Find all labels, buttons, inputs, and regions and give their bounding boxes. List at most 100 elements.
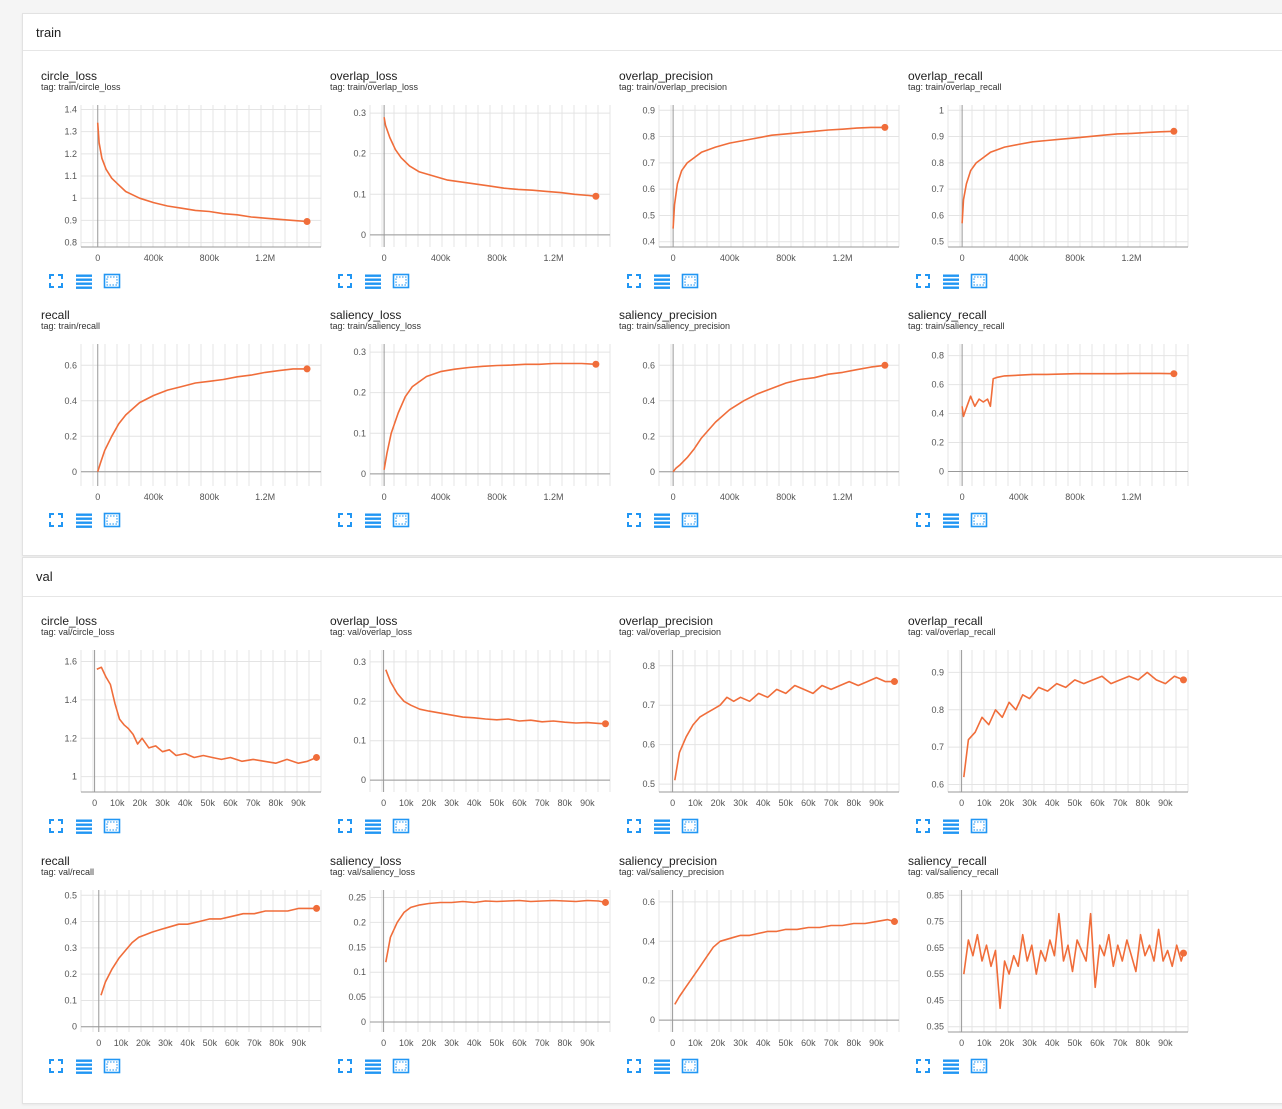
data-table-icon[interactable]: [75, 272, 93, 290]
fullscreen-icon[interactable]: [914, 817, 932, 835]
line-chart[interactable]: 0 0.2 0.4 0.6 0.8 0 400k 800k 1.2M: [908, 336, 1198, 508]
y-tick-label: 0.6: [642, 897, 655, 907]
y-tick-label: 0.5: [64, 890, 77, 900]
chart-card-val-saliency_loss: saliency_loss tag: val/saliency_loss 0 0.05…: [330, 854, 620, 1084]
data-table-icon[interactable]: [942, 1057, 960, 1075]
x-tick-label: 70k: [247, 1038, 262, 1048]
x-tick-label: 70k: [535, 798, 550, 808]
x-tick-label: 800k: [200, 253, 220, 263]
chart-title: saliency_recall: [908, 308, 987, 322]
fullscreen-icon[interactable]: [914, 511, 932, 529]
val-group-header[interactable]: val: [23, 558, 1282, 597]
x-tick-label: 20k: [136, 1038, 151, 1048]
chart-tag: tag: val/overlap_precision: [619, 627, 722, 637]
data-table-icon[interactable]: [75, 817, 93, 835]
line-chart[interactable]: 0.6 0.7 0.8 0.9 0 10k 20k 30k 40k 50k 60k 70k 80k 90k: [908, 642, 1198, 814]
y-tick-label: 0.1: [353, 967, 366, 977]
data-table-icon[interactable]: [653, 511, 671, 529]
x-tick-label: 70k: [1113, 798, 1128, 808]
y-tick-label: 1.4: [64, 104, 77, 114]
line-chart[interactable]: 0 0.2 0.4 0.6 0 10k 20k 30k 40k 50k 60k 70k 80k 90k: [619, 882, 909, 1054]
fit-domain-icon[interactable]: [970, 272, 988, 290]
x-tick-label: 90k: [580, 798, 595, 808]
chart-tag: tag: val/overlap_recall: [908, 627, 996, 637]
series-line: [96, 666, 317, 764]
grid: [80, 105, 322, 247]
x-tick-label: 50k: [201, 798, 216, 808]
fullscreen-icon[interactable]: [336, 511, 354, 529]
fit-domain-icon[interactable]: [103, 1057, 121, 1075]
data-table-icon[interactable]: [75, 1057, 93, 1075]
fullscreen-icon[interactable]: [336, 1057, 354, 1075]
fit-domain-icon[interactable]: [970, 1057, 988, 1075]
data-table-icon[interactable]: [364, 1057, 382, 1075]
fullscreen-icon[interactable]: [625, 272, 643, 290]
y-tick-label: 1.2: [64, 149, 77, 159]
y-tick-label: 0.05: [348, 992, 366, 1002]
data-table-icon[interactable]: [653, 272, 671, 290]
fullscreen-icon[interactable]: [47, 1057, 65, 1075]
fullscreen-icon[interactable]: [914, 1057, 932, 1075]
fit-domain-icon[interactable]: [970, 511, 988, 529]
fullscreen-icon[interactable]: [47, 272, 65, 290]
chart-tag: tag: val/recall: [41, 867, 95, 877]
fit-domain-icon[interactable]: [392, 1057, 410, 1075]
data-table-icon[interactable]: [942, 511, 960, 529]
line-chart[interactable]: 0.5 0.6 0.7 0.8 0 10k 20k 30k 40k 50k 60k 70k 80k 90k: [619, 642, 909, 814]
line-chart[interactable]: 0 0.1 0.2 0.3 0 400k 800k 1.2M: [330, 97, 620, 269]
y-tick-label: 0.3: [353, 347, 366, 357]
y-tick-label: 1: [72, 193, 77, 203]
line-chart[interactable]: 0 0.2 0.4 0.6 0 400k 800k 1.2M: [41, 336, 331, 508]
series-line: [674, 918, 895, 1005]
line-chart[interactable]: 0 0.2 0.4 0.6 0 400k 800k 1.2M: [619, 336, 909, 508]
fit-domain-icon[interactable]: [103, 817, 121, 835]
line-chart[interactable]: 1 1.2 1.4 1.6 0 10k 20k 30k 40k 50k 60k 70k 80k 90k: [41, 642, 331, 814]
fit-domain-icon[interactable]: [681, 511, 699, 529]
line-chart[interactable]: 0 0.1 0.2 0.3 0 400k 800k 1.2M: [330, 336, 620, 508]
data-table-icon[interactable]: [75, 511, 93, 529]
fit-domain-icon[interactable]: [392, 817, 410, 835]
line-chart[interactable]: 0.5 0.6 0.7 0.8 0.9 1 0 400k 800k 1.2M: [908, 97, 1198, 269]
y-tick-label: 1.4: [64, 695, 77, 705]
fit-domain-icon[interactable]: [681, 817, 699, 835]
fit-domain-icon[interactable]: [970, 817, 988, 835]
x-tick-label: 70k: [824, 798, 839, 808]
data-table-icon[interactable]: [364, 511, 382, 529]
line-chart[interactable]: 0 0.05 0.1 0.15 0.2 0.25 0 10k 20k 30k 40k 50k 60k 70…: [330, 882, 620, 1054]
y-tick-label: 0: [72, 1022, 77, 1032]
fullscreen-icon[interactable]: [47, 511, 65, 529]
line-chart[interactable]: 0.8 0.9 1 1.1 1.2 1.3 1.4 0 400k 800k 1.2M: [41, 97, 331, 269]
x-tick-label: 0: [960, 253, 965, 263]
data-table-icon[interactable]: [364, 817, 382, 835]
line-chart[interactable]: 0.35 0.45 0.55 0.65 0.75 0.85 0 10k 20k 30k 40k 50k…: [908, 882, 1198, 1054]
line-chart[interactable]: 0 0.1 0.2 0.3 0 10k 20k 30k 40k 50k 60k 70k 80k 90k: [330, 642, 620, 814]
fit-domain-icon[interactable]: [681, 272, 699, 290]
data-table-icon[interactable]: [942, 272, 960, 290]
train-group-header[interactable]: train: [23, 14, 1282, 51]
fullscreen-icon[interactable]: [625, 1057, 643, 1075]
data-table-icon[interactable]: [653, 817, 671, 835]
fit-domain-icon[interactable]: [681, 1057, 699, 1075]
chart-title: overlap_loss: [330, 614, 398, 628]
x-tick-label: 800k: [776, 253, 796, 263]
fit-domain-icon[interactable]: [392, 272, 410, 290]
fit-domain-icon[interactable]: [103, 272, 121, 290]
fullscreen-icon[interactable]: [336, 272, 354, 290]
data-table-icon[interactable]: [364, 272, 382, 290]
fullscreen-icon[interactable]: [625, 511, 643, 529]
line-chart[interactable]: 0 0.1 0.2 0.3 0.4 0.5 0 10k 20k 30k 40k 50k 60k 70k 80…: [41, 882, 331, 1054]
x-tick-label: 400k: [144, 253, 164, 263]
fit-domain-icon[interactable]: [103, 511, 121, 529]
y-tick-label: 0.7: [642, 158, 655, 168]
fit-domain-icon[interactable]: [392, 511, 410, 529]
fullscreen-icon[interactable]: [336, 817, 354, 835]
data-table-icon[interactable]: [942, 817, 960, 835]
fullscreen-icon[interactable]: [47, 817, 65, 835]
data-table-icon[interactable]: [653, 1057, 671, 1075]
y-tick-label: 0.2: [64, 431, 77, 441]
x-tick-label: 50k: [490, 798, 505, 808]
series-line: [385, 899, 606, 963]
fullscreen-icon[interactable]: [914, 272, 932, 290]
fullscreen-icon[interactable]: [625, 817, 643, 835]
line-chart[interactable]: 0.4 0.5 0.6 0.7 0.8 0.9 0 400k 800k 1.2M: [619, 97, 909, 269]
